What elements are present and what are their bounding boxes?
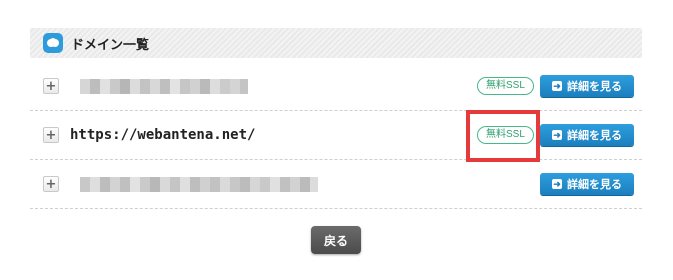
expand-icon[interactable]: +	[43, 78, 59, 94]
highlight-box	[466, 110, 540, 162]
domain-list-icon	[43, 33, 63, 53]
blurred-domain-name	[80, 176, 318, 192]
domain-name: https://webantena.net/	[70, 127, 256, 143]
detail-button[interactable]: ➜ 詳細を見る	[540, 173, 634, 195]
expand-icon[interactable]: +	[43, 176, 59, 192]
detail-button[interactable]: ➜ 詳細を見る	[540, 124, 634, 146]
domain-row: + https://webantena.net/ 無料SSL ➜ 詳細を見る	[30, 111, 642, 160]
section-title: ドメイン一覧	[71, 37, 150, 53]
arrow-right-icon: ➜	[552, 129, 562, 140]
blurred-domain-name	[80, 78, 248, 94]
arrow-right-icon: ➜	[552, 80, 562, 91]
detail-button-label: 詳細を見る	[567, 179, 622, 191]
ssl-badge: 無料SSL	[477, 77, 534, 95]
back-button[interactable]: 戻る	[311, 226, 361, 254]
arrow-right-icon: ➜	[552, 178, 562, 189]
expand-icon[interactable]: +	[43, 127, 59, 143]
detail-button-label: 詳細を見る	[567, 81, 622, 93]
detail-button-label: 詳細を見る	[567, 130, 622, 142]
domain-list-page: ドメイン一覧 + 無料SSL ➜ 詳細を見る + https://webante…	[0, 0, 673, 280]
section-header: ドメイン一覧	[30, 28, 642, 58]
detail-button[interactable]: ➜ 詳細を見る	[540, 75, 634, 97]
domain-row: + 無料SSL ➜ 詳細を見る	[30, 62, 642, 111]
domain-row: + ➜ 詳細を見る	[30, 160, 642, 209]
